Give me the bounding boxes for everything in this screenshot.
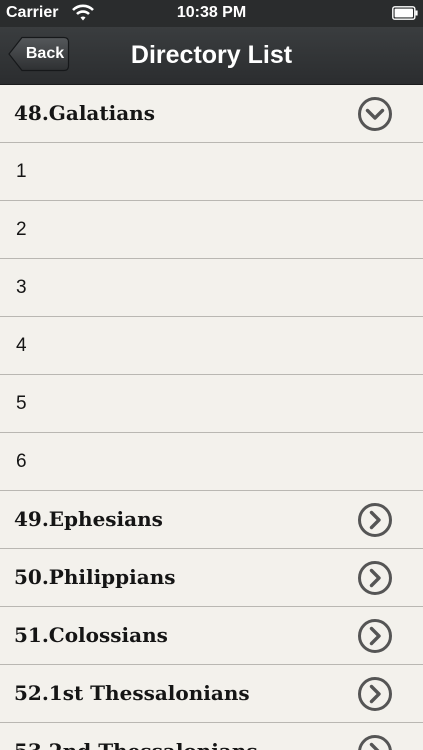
chapter-number: 1 bbox=[16, 161, 27, 182]
book-row[interactable]: 52.1st Thessalonians bbox=[0, 665, 423, 723]
chapter-row[interactable]: 2 bbox=[0, 201, 423, 259]
chapter-row[interactable]: 3 bbox=[0, 259, 423, 317]
chapter-row[interactable]: 4 bbox=[0, 317, 423, 375]
book-row[interactable]: 49.Ephesians bbox=[0, 491, 423, 549]
chevron-right-circle-icon[interactable] bbox=[357, 502, 393, 538]
book-title: 50.Philippians bbox=[14, 565, 176, 589]
battery-icon bbox=[392, 6, 418, 20]
chapter-row[interactable]: 1 bbox=[0, 143, 423, 201]
navigation-bar: Back Directory List bbox=[0, 27, 423, 85]
book-title: 53.2nd Thessalonians bbox=[14, 723, 258, 750]
chapter-number: 4 bbox=[16, 335, 27, 356]
chevron-down-circle-icon[interactable] bbox=[357, 96, 393, 132]
chapter-number: 3 bbox=[16, 277, 27, 298]
chapter-number: 2 bbox=[16, 219, 27, 240]
book-title: 48.Galatians bbox=[14, 101, 155, 125]
book-row[interactable]: 48.Galatians bbox=[0, 85, 423, 143]
page-title: Directory List bbox=[130, 41, 293, 69]
chevron-right-circle-icon[interactable] bbox=[357, 734, 393, 750]
book-title: 49.Ephesians bbox=[14, 507, 163, 531]
book-row[interactable]: 50.Philippians bbox=[0, 549, 423, 607]
chevron-right-circle-icon[interactable] bbox=[357, 560, 393, 596]
book-row[interactable]: 53.2nd Thessalonians bbox=[0, 723, 423, 750]
book-title: 52.1st Thessalonians bbox=[14, 681, 250, 705]
status-bar: Carrier 10:38 PM bbox=[0, 0, 423, 27]
chapter-row[interactable]: 6 bbox=[0, 433, 423, 491]
book-title: 51.Colossians bbox=[14, 623, 168, 647]
chevron-right-circle-icon[interactable] bbox=[357, 676, 393, 712]
directory-list: 48.Galatians 1 2 3 4 5 6 49.Ephesians 50.Philipp… bbox=[0, 85, 423, 750]
book-row[interactable]: 51.Colossians bbox=[0, 607, 423, 665]
chapter-row[interactable]: 5 bbox=[0, 375, 423, 433]
chapter-number: 5 bbox=[16, 393, 27, 414]
chapter-number: 6 bbox=[16, 451, 27, 472]
status-time: 10:38 PM bbox=[176, 4, 247, 21]
chevron-right-circle-icon[interactable] bbox=[357, 618, 393, 654]
